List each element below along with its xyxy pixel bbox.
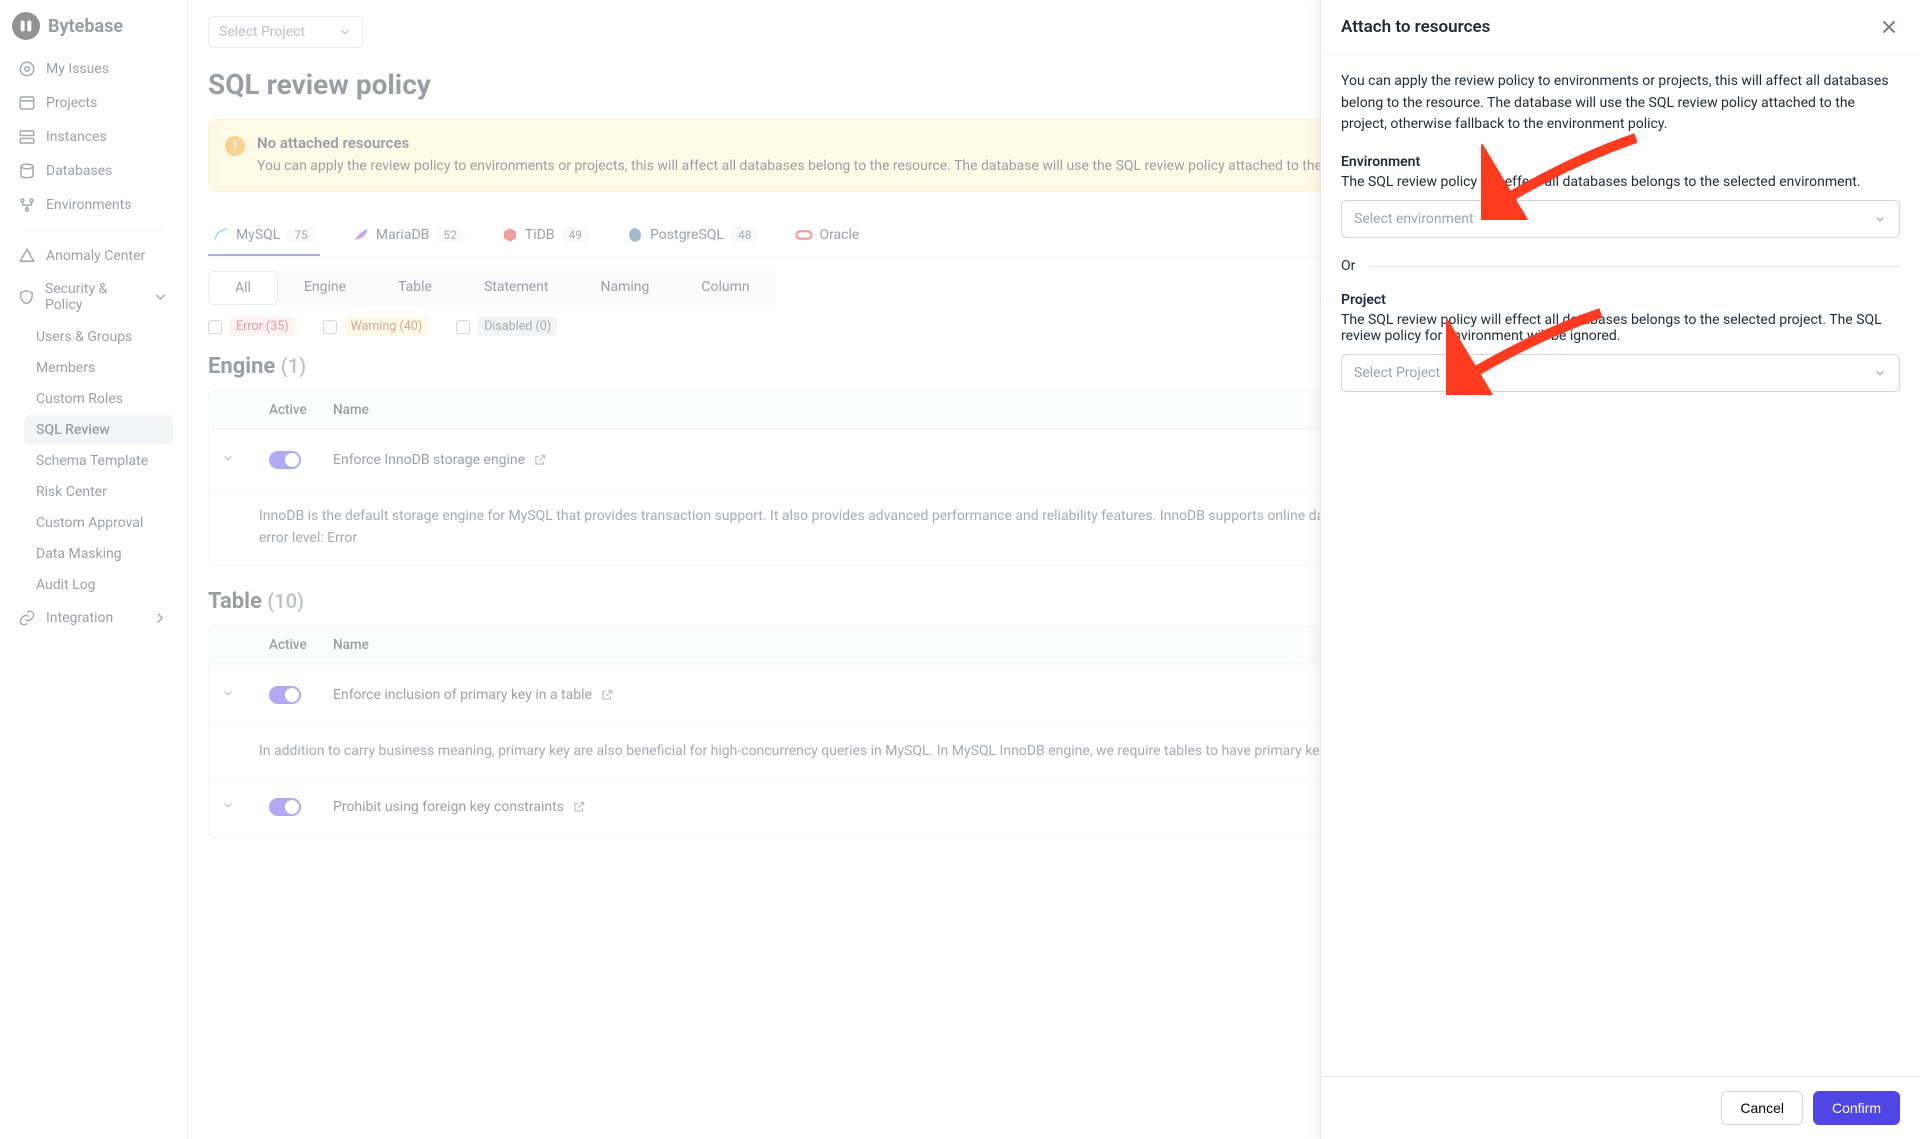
logo-text: Bytebase [48, 16, 123, 37]
chevron-down-icon [152, 288, 169, 306]
environment-help: The SQL review policy will effect all da… [1341, 174, 1900, 190]
tab-oracle[interactable]: Oracle [791, 216, 863, 256]
seg-naming[interactable]: Naming [574, 271, 675, 305]
expand-toggle[interactable] [221, 451, 269, 469]
seg-table[interactable]: Table [372, 271, 458, 305]
external-link-icon[interactable] [572, 800, 586, 814]
expand-toggle[interactable] [221, 686, 269, 704]
subnav-custom-roles[interactable]: Custom Roles [24, 384, 173, 414]
subnav-custom-approval[interactable]: Custom Approval [24, 508, 173, 538]
external-link-icon[interactable] [533, 453, 547, 467]
seg-engine[interactable]: Engine [278, 271, 372, 305]
filter-error-checkbox[interactable] [208, 320, 222, 334]
close-icon[interactable] [1878, 16, 1900, 38]
col-active: Active [269, 402, 333, 418]
expand-toggle[interactable] [221, 798, 269, 816]
oracle-icon [795, 226, 813, 244]
active-toggle[interactable] [269, 798, 301, 816]
nav-security-policy[interactable]: Security & Policy [8, 273, 179, 321]
nav-my-issues[interactable]: My Issues [8, 52, 179, 86]
filter-warning-checkbox[interactable] [323, 320, 337, 334]
active-toggle[interactable] [269, 686, 301, 704]
filter-error-label: Error (35) [230, 317, 295, 336]
environment-label: Environment [1341, 154, 1900, 170]
postgresql-icon [626, 226, 644, 244]
rule-name-text: Enforce InnoDB storage engine [333, 452, 525, 468]
environment-select[interactable]: Select environment [1341, 200, 1900, 238]
subnav-members[interactable]: Members [24, 353, 173, 383]
tab-postgresql[interactable]: PostgreSQL 48 [622, 216, 763, 256]
tab-count: 48 [730, 227, 760, 243]
tab-count: 75 [286, 227, 316, 243]
rule-name-text: Prohibit using foreign key constraints [333, 799, 564, 815]
attach-resources-drawer: Attach to resources You can apply the re… [1320, 0, 1920, 1139]
nav-anomaly-center[interactable]: Anomaly Center [8, 239, 179, 273]
tab-count: 49 [561, 227, 591, 243]
projects-icon [18, 94, 36, 112]
subnav-users-groups[interactable]: Users & Groups [24, 322, 173, 352]
seg-column[interactable]: Column [675, 271, 775, 305]
filter-disabled-checkbox[interactable] [456, 320, 470, 334]
subnav-data-masking[interactable]: Data Masking [24, 539, 173, 569]
subnav-risk-center[interactable]: Risk Center [24, 477, 173, 507]
databases-icon [18, 162, 36, 180]
chevron-down-icon [1873, 366, 1887, 380]
logo[interactable]: Bytebase [0, 0, 187, 48]
nav-environments[interactable]: Environments [8, 188, 179, 222]
col-active: Active [269, 637, 333, 653]
project-label: Project [1341, 292, 1900, 308]
nav-projects[interactable]: Projects [8, 86, 179, 120]
project-help: The SQL review policy will effect all da… [1341, 312, 1900, 344]
rule-name-text: Enforce inclusion of primary key in a ta… [333, 687, 592, 703]
shield-icon [18, 288, 35, 306]
seg-all[interactable]: All [208, 271, 278, 305]
warning-icon: ! [225, 136, 245, 156]
logo-icon [12, 12, 40, 40]
drawer-intro-text: You can apply the review policy to envir… [1341, 71, 1900, 136]
project-select[interactable]: Select Project [208, 16, 363, 48]
subnav-sql-review[interactable]: SQL Review [24, 415, 173, 445]
environments-icon [18, 196, 36, 214]
subnav-schema-template[interactable]: Schema Template [24, 446, 173, 476]
link-icon [18, 609, 36, 627]
chevron-down-icon [1873, 212, 1887, 226]
issues-icon [18, 60, 36, 78]
external-link-icon[interactable] [600, 688, 614, 702]
nav-integration[interactable]: Integration [8, 601, 179, 635]
sidebar: Bytebase My Issues Projects Instances Da… [0, 0, 188, 1139]
chevron-down-icon [338, 25, 352, 39]
tidb-icon [501, 226, 519, 244]
confirm-button[interactable]: Confirm [1813, 1091, 1900, 1125]
instances-icon [18, 128, 36, 146]
filter-warning-label: Warning (40) [345, 317, 429, 336]
tab-count: 52 [435, 227, 465, 243]
mariadb-icon [352, 226, 370, 244]
filter-disabled-label: Disabled (0) [478, 317, 557, 336]
active-toggle[interactable] [269, 451, 301, 469]
chevron-right-icon [151, 609, 169, 627]
nav-instances[interactable]: Instances [8, 120, 179, 154]
tab-mysql[interactable]: MySQL 75 [208, 216, 320, 256]
drawer-title: Attach to resources [1341, 17, 1490, 37]
seg-statement[interactable]: Statement [458, 271, 575, 305]
anomaly-icon [18, 247, 36, 265]
nav-databases[interactable]: Databases [8, 154, 179, 188]
mysql-icon [212, 226, 230, 244]
or-divider: Or [1341, 258, 1900, 274]
cancel-button[interactable]: Cancel [1721, 1091, 1803, 1125]
subnav-audit-log[interactable]: Audit Log [24, 570, 173, 600]
tab-mariadb[interactable]: MariaDB 52 [348, 216, 469, 256]
project-select-drawer[interactable]: Select Project [1341, 354, 1900, 392]
tab-tidb[interactable]: TiDB 49 [497, 216, 594, 256]
